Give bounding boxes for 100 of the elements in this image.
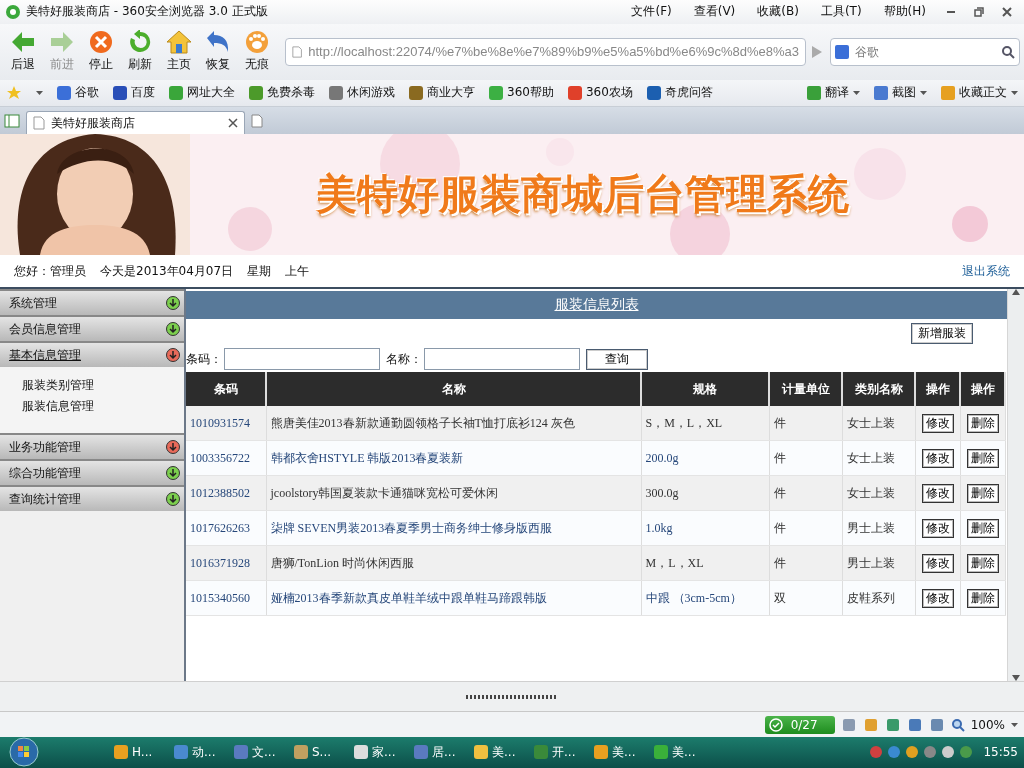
tray-icon[interactable] [905,745,920,760]
edit-button[interactable]: 修改 [921,588,954,608]
menu-item[interactable]: 工具(T) [812,3,870,21]
toolbar-tool[interactable]: 截图 [874,84,927,102]
search-icon[interactable] [1001,44,1015,59]
search-box[interactable]: 谷歌 [830,37,1020,66]
bookmark-link[interactable]: 商业大亨 [409,84,475,102]
app-icon [594,745,608,760]
logout-link[interactable]: 退出系统 [962,262,1010,280]
bookmark-link[interactable]: 免费杀毒 [249,84,315,102]
up-arrow-icon[interactable] [1012,289,1020,296]
taskbar-button[interactable]: 美... [650,739,706,766]
delete-button[interactable]: 删除 [966,553,999,573]
delete-button[interactable]: 删除 [966,588,999,608]
tray-icon[interactable] [887,745,902,760]
table-cell: 柒牌 SEVEN男装2013春夏季男士商务绅士修身版西服 [266,510,641,546]
taskbar-button[interactable]: S... [290,739,346,766]
star-icon[interactable] [6,84,22,101]
bookmark-link[interactable]: 360帮助 [489,84,554,102]
table-cell: 1003356722 [186,440,266,476]
address-field[interactable]: http://localhost:22074/%e7%be%8e%e7%89%b9%e5%a5%bd%e6%9c%8d%e8%a3 [285,37,806,66]
taskbar-button[interactable]: 居... [410,739,466,766]
edit-button[interactable]: 修改 [921,553,954,573]
tray-icon[interactable] [923,745,938,760]
add-button[interactable]: 新增服装 [911,323,973,345]
table-cell: 双 [769,580,842,616]
list-title[interactable]: 服装信息列表 [554,296,639,315]
app-icon [114,745,128,760]
menu-header[interactable]: 业务功能管理 [0,433,184,460]
toolbar-tool[interactable]: 收藏正文 [941,84,1018,102]
nav-button[interactable]: 后退 [4,26,41,77]
taskbar-button[interactable]: 家... [350,739,406,766]
status-icon[interactable] [840,716,857,733]
menu-header[interactable]: 基本信息管理 [0,341,184,368]
filter-field[interactable] [424,348,580,371]
sidebar-toggle-icon[interactable] [4,113,20,128]
edit-button[interactable]: 修改 [921,413,954,433]
zoom-level[interactable]: 100% [970,717,1005,732]
tray-icon[interactable] [941,745,956,760]
taskbar-button[interactable]: H... [110,739,166,766]
nav-button[interactable]: 刷新 [121,26,158,77]
close-icon[interactable] [228,118,238,129]
table-cell: M，L，XL [641,545,769,581]
submenu-link[interactable]: 服装信息管理 [22,398,184,416]
menu-item[interactable]: 帮助(H) [875,3,934,21]
zoom-icon[interactable] [950,717,965,732]
minimize-icon [947,10,955,13]
taskbar-button[interactable]: 开... [530,739,586,766]
table-cell: 熊唐美佳2013春新款通勤圆领格子长袖T恤打底衫124 灰色 [266,406,641,441]
table-cell: S，M，L，XL [641,406,769,441]
bookmark-link[interactable]: 奇虎问答 [646,84,713,102]
edit-button[interactable]: 修改 [921,448,954,468]
tray-icon[interactable] [959,745,974,760]
app-icon [534,745,548,760]
query-button[interactable]: 查询 [586,348,648,370]
status-icon[interactable] [862,716,879,733]
table-cell: 唐狮/TonLion 时尚休闲西服 [266,545,641,581]
menu-header[interactable]: 会员信息管理 [0,315,184,342]
delete-button[interactable]: 删除 [966,518,999,538]
table-cell: 1.0kg [641,510,769,546]
new-tab-icon[interactable] [251,113,263,128]
bookmark-link[interactable]: 网址大全 [169,84,235,102]
menu-item[interactable]: 查看(V) [685,3,744,21]
taskbar-button[interactable]: 美... [590,739,646,766]
caret-icon [1011,90,1018,95]
delete-button[interactable]: 删除 [966,448,999,468]
status-icon[interactable] [906,716,923,733]
status-icon[interactable] [884,716,901,733]
browser-tab[interactable]: 美特好服装商店 [26,111,245,135]
table-cell: 女士上装 [842,406,915,441]
taskbar-button[interactable]: 美... [470,739,526,766]
refresh-icon [127,30,152,55]
nav-button[interactable]: 恢复 [199,26,236,77]
menu-header[interactable]: 系统管理 [0,289,184,316]
delete-button[interactable]: 删除 [966,413,999,433]
taskbar-button[interactable]: 动... [170,739,226,766]
nav-button[interactable]: 停止 [82,26,119,77]
edit-button[interactable]: 修改 [921,483,954,503]
delete-button[interactable]: 删除 [966,483,999,503]
scrollbar[interactable] [1007,289,1024,682]
filter-field[interactable] [224,348,380,371]
status-icon[interactable] [928,716,945,733]
toolbar-tool[interactable]: 翻译 [807,84,860,102]
menu-item[interactable]: 文件(F) [623,3,680,21]
edit-button[interactable]: 修改 [921,518,954,538]
menu-header[interactable]: 综合功能管理 [0,459,184,486]
table-cell: 娅楠2013春季新款真皮单鞋羊绒中跟单鞋马蹄跟韩版 [266,580,641,616]
nav-button[interactable]: 无痕 [238,26,275,77]
nav-button[interactable]: 主页 [160,26,197,77]
down-arrow-icon[interactable] [1012,675,1020,682]
tool-icon [807,85,821,100]
bookmark-link[interactable]: 谷歌 [57,84,99,102]
taskbar-button[interactable]: 文... [230,739,286,766]
submenu-link[interactable]: 服装类别管理 [22,377,184,395]
date-text: 今天是2013年04月07日 [100,262,234,280]
menu-item[interactable]: 收藏(B) [749,3,807,21]
menu-header[interactable]: 查询统计管理 [0,485,184,512]
bookmark-link[interactable]: 360农场 [567,84,633,102]
bookmark-link[interactable]: 百度 [113,84,155,102]
bookmark-link[interactable]: 休闲游戏 [329,84,395,102]
